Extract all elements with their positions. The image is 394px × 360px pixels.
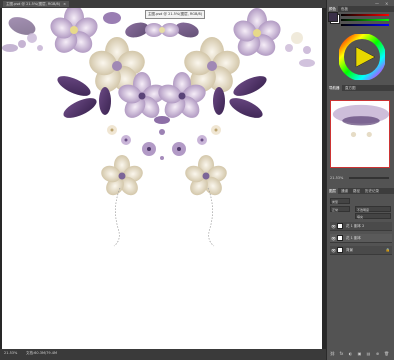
navigator-preview	[331, 102, 389, 167]
canvas[interactable]	[2, 8, 322, 350]
lock-icon: 🔒	[385, 248, 390, 252]
fill-control[interactable]: 填充	[355, 213, 391, 219]
status-zoom[interactable]: 21.53%	[4, 351, 17, 355]
flower-top-left	[2, 8, 98, 53]
tab-swatches[interactable]: 色板	[339, 6, 350, 12]
layers-panel-header: 图层 通道 路径 历史记录	[327, 188, 394, 194]
layer-thumbnail	[337, 223, 343, 229]
tab-layers[interactable]: 图层	[327, 188, 338, 194]
group-icon[interactable]: ▤	[366, 351, 371, 356]
new-layer-icon[interactable]: ⊕	[375, 351, 380, 356]
right-panels: — × 颜色 色板 导航器 直方图 21.53% 图层 通道 路径 历史记录 类…	[326, 0, 394, 360]
document-tooltip: 主图.psd @ 21.5%(图层, RGB/8)	[145, 10, 206, 19]
floral-artwork	[2, 8, 315, 247]
tab-navigator[interactable]: 导航器	[327, 85, 342, 91]
document-tab[interactable]: 主图.psd @ 21.5%(图层, RGB/8) ×	[3, 1, 70, 7]
link-layers-icon[interactable]: ⛓	[330, 351, 335, 356]
adjustment-icon[interactable]: ▣	[357, 351, 362, 356]
delete-icon[interactable]: 🗑	[384, 351, 389, 356]
navigator-zoom-slider[interactable]	[349, 177, 389, 179]
document-tab-label: 主图.psd @ 21.5%(图层, RGB/8)	[6, 2, 61, 6]
layer-thumbnail	[337, 235, 343, 241]
status-bar: 21.53% 文档:60.3M/79.4M	[0, 349, 326, 360]
visibility-eye-icon[interactable]: 👁	[331, 224, 336, 229]
layers-bottom-toolbar: ⛓ fx ◐ ▣ ▤ ⊕ 🗑	[328, 350, 392, 358]
fill-label: 填充	[357, 215, 364, 219]
opacity-label: 不透明度	[357, 208, 370, 212]
status-doc-info[interactable]: 文档:60.3M/79.4M	[26, 351, 57, 356]
blend-mode-select[interactable]: 正常	[330, 206, 350, 212]
visibility-eye-icon[interactable]: 👁	[331, 248, 336, 253]
layer-row-background[interactable]: 👁 背景 🔒	[330, 246, 392, 255]
fx-icon[interactable]: fx	[339, 351, 344, 356]
tab-history[interactable]: 历史记录	[363, 188, 381, 194]
layer-filter-label: 类型	[332, 200, 339, 204]
layer-row-copy2[interactable]: 👁 花 1 副本 2	[330, 222, 392, 231]
color-slider-g[interactable]	[341, 19, 389, 21]
flower-middle-cluster	[57, 72, 267, 124]
document-tab-bar: 主图.psd @ 21.5%(图层, RGB/8) ×	[0, 0, 326, 8]
tab-histogram[interactable]: 直方图	[343, 85, 358, 91]
layer-filter-select[interactable]: 类型	[330, 198, 350, 204]
flower-bottom-left	[101, 155, 143, 196]
blend-mode-label: 正常	[332, 208, 339, 212]
layer-name: 背景	[346, 248, 353, 252]
layer-row-copy[interactable]: 👁 花 1 副本	[330, 234, 392, 243]
dangling-stems	[113, 187, 215, 247]
color-slider-r[interactable]	[341, 14, 389, 16]
layer-name: 花 1 副本 2	[346, 224, 365, 228]
visibility-eye-icon[interactable]: 👁	[331, 236, 336, 241]
flower-bottom-right	[185, 155, 227, 196]
color-slider-b[interactable]	[341, 24, 389, 26]
tab-paths[interactable]: 路径	[351, 188, 362, 194]
navigator-thumbnail[interactable]	[330, 100, 390, 168]
mask-icon[interactable]: ◐	[348, 351, 353, 356]
opacity-control[interactable]: 不透明度	[355, 206, 391, 212]
flower-top-right	[233, 8, 315, 67]
navigator-zoom[interactable]: 21.53%	[330, 176, 343, 180]
navigator-panel-header: 导航器 直方图	[327, 85, 394, 91]
layer-name: 花 1 副本	[346, 236, 361, 240]
color-wheel[interactable]	[339, 34, 385, 80]
foreground-color-swatch[interactable]	[328, 12, 338, 22]
small-flowers-row	[107, 125, 221, 160]
layer-thumbnail	[337, 247, 343, 253]
close-tab-icon[interactable]: ×	[63, 2, 66, 6]
tab-channels[interactable]: 通道	[339, 188, 350, 194]
